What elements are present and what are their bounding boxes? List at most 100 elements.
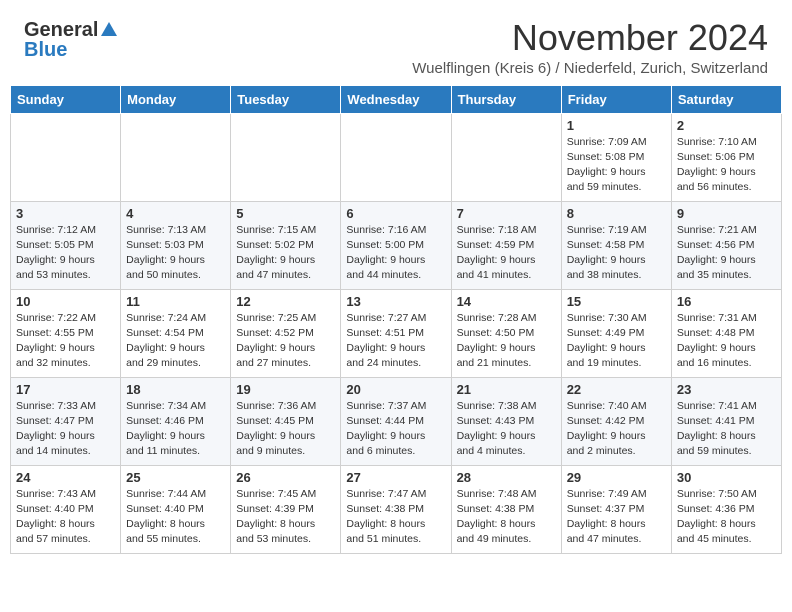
- day-number: 3: [16, 206, 115, 221]
- calendar-cell: 20 Sunrise: 7:37 AMSunset: 4:44 PMDayligh…: [341, 377, 451, 465]
- day-info: Sunrise: 7:43 AMSunset: 4:40 PMDaylight:…: [16, 487, 115, 548]
- location-title: Wuelflingen (Kreis 6) / Niederfeld, Zuri…: [412, 60, 768, 77]
- calendar-cell: 2 Sunrise: 7:10 AMSunset: 5:06 PMDaylight…: [671, 113, 781, 201]
- day-info: Sunrise: 7:45 AMSunset: 4:39 PMDaylight:…: [236, 487, 335, 548]
- day-info: Sunrise: 7:10 AMSunset: 5:06 PMDaylight:…: [677, 135, 776, 196]
- calendar-week-row: 17Sunrise: 7:33 AMSunset: 4:47 PMDayligh…: [11, 377, 782, 465]
- day-info: Sunrise: 7:41 AMSunset: 4:41 PMDaylight:…: [677, 399, 776, 460]
- day-info: Sunrise: 7:22 AMSunset: 4:55 PMDaylight:…: [16, 311, 115, 372]
- calendar-cell: 15 Sunrise: 7:30 AMSunset: 4:49 PMDayligh…: [561, 289, 671, 377]
- day-number: 6: [346, 206, 445, 221]
- day-info: Sunrise: 7:15 AMSunset: 5:02 PMDaylight:…: [236, 223, 335, 284]
- day-number: 22: [567, 382, 666, 397]
- day-info: Sunrise: 7:13 AMSunset: 5:03 PMDaylight:…: [126, 223, 225, 284]
- logo-blue: Blue: [24, 39, 67, 62]
- day-header-sunday: Sunday: [11, 85, 121, 113]
- calendar-cell: 11 Sunrise: 7:24 AMSunset: 4:54 PMDayligh…: [121, 289, 231, 377]
- day-number: 7: [457, 206, 556, 221]
- day-number: 13: [346, 294, 445, 309]
- day-number: 16: [677, 294, 776, 309]
- day-info: Sunrise: 7:25 AMSunset: 4:52 PMDaylight:…: [236, 311, 335, 372]
- logo: General Blue: [24, 18, 118, 62]
- day-info: Sunrise: 7:44 AMSunset: 4:40 PMDaylight:…: [126, 487, 225, 548]
- day-info: Sunrise: 7:16 AMSunset: 5:00 PMDaylight:…: [346, 223, 445, 284]
- month-title: November 2024: [412, 18, 768, 58]
- calendar-cell: 26 Sunrise: 7:45 AMSunset: 4:39 PMDayligh…: [231, 465, 341, 553]
- day-info: Sunrise: 7:47 AMSunset: 4:38 PMDaylight:…: [346, 487, 445, 548]
- day-info: Sunrise: 7:28 AMSunset: 4:50 PMDaylight:…: [457, 311, 556, 372]
- day-info: Sunrise: 7:40 AMSunset: 4:42 PMDaylight:…: [567, 399, 666, 460]
- day-number: 25: [126, 470, 225, 485]
- calendar-week-row: 10 Sunrise: 7:22 AMSunset: 4:55 PMDayligh…: [11, 289, 782, 377]
- calendar-cell: 21 Sunrise: 7:38 AMSunset: 4:43 PMDayligh…: [451, 377, 561, 465]
- day-number: 10: [16, 294, 115, 309]
- day-header-thursday: Thursday: [451, 85, 561, 113]
- calendar-wrapper: SundayMondayTuesdayWednesdayThursdayFrid…: [0, 85, 792, 564]
- day-info: Sunrise: 7:38 AMSunset: 4:43 PMDaylight:…: [457, 399, 556, 460]
- day-number: 20: [346, 382, 445, 397]
- day-info: Sunrise: 7:24 AMSunset: 4:54 PMDaylight:…: [126, 311, 225, 372]
- logo-triangle: [100, 20, 118, 43]
- day-number: 29: [567, 470, 666, 485]
- day-number: 11: [126, 294, 225, 309]
- calendar-table: SundayMondayTuesdayWednesdayThursdayFrid…: [10, 85, 782, 554]
- calendar-week-row: 24 Sunrise: 7:43 AMSunset: 4:40 PMDayligh…: [11, 465, 782, 553]
- day-number: 1: [567, 118, 666, 133]
- calendar-header-row: SundayMondayTuesdayWednesdayThursdayFrid…: [11, 85, 782, 113]
- day-info: Sunrise: 7:34 AMSunset: 4:46 PMDaylight:…: [126, 399, 225, 460]
- day-number: 8: [567, 206, 666, 221]
- day-number: 21: [457, 382, 556, 397]
- calendar-cell: 12 Sunrise: 7:25 AMSunset: 4:52 PMDayligh…: [231, 289, 341, 377]
- day-number: 18: [126, 382, 225, 397]
- calendar-cell: 6 Sunrise: 7:16 AMSunset: 5:00 PMDaylight…: [341, 201, 451, 289]
- calendar-cell: 27 Sunrise: 7:47 AMSunset: 4:38 PMDayligh…: [341, 465, 451, 553]
- day-info: Sunrise: 7:12 AMSunset: 5:05 PMDaylight:…: [16, 223, 115, 284]
- day-number: 23: [677, 382, 776, 397]
- page-header: General Blue November 2024 Wuelflingen (…: [0, 0, 792, 85]
- day-info: Sunrise: 7:50 AMSunset: 4:36 PMDaylight:…: [677, 487, 776, 548]
- calendar-cell: 14Sunrise: 7:28 AMSunset: 4:50 PMDayligh…: [451, 289, 561, 377]
- day-number: 28: [457, 470, 556, 485]
- calendar-cell: 8 Sunrise: 7:19 AMSunset: 4:58 PMDaylight…: [561, 201, 671, 289]
- calendar-cell: 9 Sunrise: 7:21 AMSunset: 4:56 PMDaylight…: [671, 201, 781, 289]
- day-number: 15: [567, 294, 666, 309]
- day-info: Sunrise: 7:30 AMSunset: 4:49 PMDaylight:…: [567, 311, 666, 372]
- calendar-cell: [121, 113, 231, 201]
- calendar-cell: 13 Sunrise: 7:27 AMSunset: 4:51 PMDayligh…: [341, 289, 451, 377]
- day-info: Sunrise: 7:36 AMSunset: 4:45 PMDaylight:…: [236, 399, 335, 460]
- calendar-cell: 4Sunrise: 7:13 AMSunset: 5:03 PMDaylight…: [121, 201, 231, 289]
- day-number: 5: [236, 206, 335, 221]
- day-number: 9: [677, 206, 776, 221]
- calendar-cell: 28Sunrise: 7:48 AMSunset: 4:38 PMDayligh…: [451, 465, 561, 553]
- day-number: 2: [677, 118, 776, 133]
- day-info: Sunrise: 7:37 AMSunset: 4:44 PMDaylight:…: [346, 399, 445, 460]
- day-info: Sunrise: 7:21 AMSunset: 4:56 PMDaylight:…: [677, 223, 776, 284]
- day-info: Sunrise: 7:19 AMSunset: 4:58 PMDaylight:…: [567, 223, 666, 284]
- calendar-cell: 5 Sunrise: 7:15 AMSunset: 5:02 PMDaylight…: [231, 201, 341, 289]
- day-info: Sunrise: 7:49 AMSunset: 4:37 PMDaylight:…: [567, 487, 666, 548]
- day-info: Sunrise: 7:18 AMSunset: 4:59 PMDaylight:…: [457, 223, 556, 284]
- day-number: 26: [236, 470, 335, 485]
- calendar-cell: [231, 113, 341, 201]
- calendar-cell: 18 Sunrise: 7:34 AMSunset: 4:46 PMDayligh…: [121, 377, 231, 465]
- day-info: Sunrise: 7:33 AMSunset: 4:47 PMDaylight:…: [16, 399, 115, 460]
- calendar-cell: 25 Sunrise: 7:44 AMSunset: 4:40 PMDayligh…: [121, 465, 231, 553]
- day-header-saturday: Saturday: [671, 85, 781, 113]
- day-info: Sunrise: 7:09 AMSunset: 5:08 PMDaylight:…: [567, 135, 666, 196]
- day-number: 12: [236, 294, 335, 309]
- day-number: 27: [346, 470, 445, 485]
- calendar-cell: 10 Sunrise: 7:22 AMSunset: 4:55 PMDayligh…: [11, 289, 121, 377]
- calendar-cell: 7 Sunrise: 7:18 AMSunset: 4:59 PMDaylight…: [451, 201, 561, 289]
- day-header-friday: Friday: [561, 85, 671, 113]
- day-number: 19: [236, 382, 335, 397]
- calendar-cell: 24 Sunrise: 7:43 AMSunset: 4:40 PMDayligh…: [11, 465, 121, 553]
- day-header-monday: Monday: [121, 85, 231, 113]
- day-info: Sunrise: 7:27 AMSunset: 4:51 PMDaylight:…: [346, 311, 445, 372]
- calendar-cell: 1 Sunrise: 7:09 AMSunset: 5:08 PMDaylight…: [561, 113, 671, 201]
- day-header-wednesday: Wednesday: [341, 85, 451, 113]
- calendar-cell: [341, 113, 451, 201]
- day-number: 24: [16, 470, 115, 485]
- calendar-cell: 3 Sunrise: 7:12 AMSunset: 5:05 PMDaylight…: [11, 201, 121, 289]
- day-number: 30: [677, 470, 776, 485]
- title-block: November 2024 Wuelflingen (Kreis 6) / Ni…: [412, 18, 768, 77]
